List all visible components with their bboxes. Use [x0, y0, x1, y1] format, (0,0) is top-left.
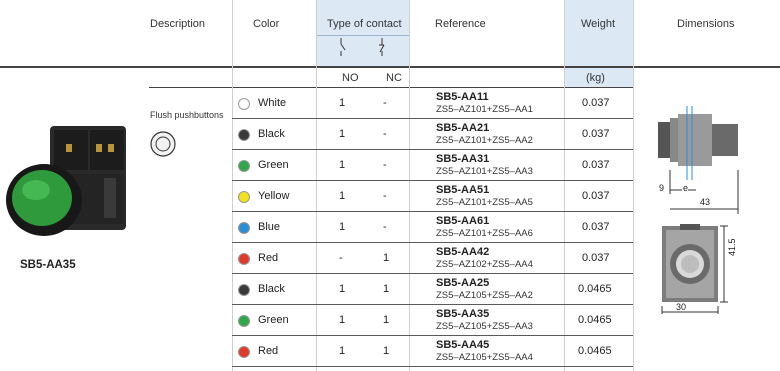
weight-value: 0.0465	[578, 313, 612, 326]
no-value: 1	[339, 220, 346, 233]
reference-sub: ZS5–AZ105+ZS5–AA3	[436, 321, 533, 332]
color-header: Color	[253, 18, 280, 30]
color-swatch-icon	[238, 128, 250, 141]
color-swatch-icon	[238, 283, 250, 296]
dim-41-5-label: 41.5	[727, 238, 737, 256]
nc-value: 1	[383, 251, 390, 264]
weight-value: 0.037	[582, 158, 610, 171]
weight-value: 0.037	[582, 189, 610, 202]
color-label: Red	[258, 251, 279, 264]
table-row: Red - 1 SB5-AA42 ZS5–AZ102+ZS5–AA4 0.037	[0, 243, 633, 274]
reference-sub: ZS5–AZ105+ZS5–AA2	[436, 290, 533, 301]
header-rule	[0, 66, 780, 68]
header-band-weight	[564, 0, 633, 67]
color-swatch-icon	[238, 97, 250, 110]
reference-sub: ZS5–AZ101+ZS5–AA3	[436, 166, 533, 177]
weight-value: 0.037	[582, 127, 610, 140]
nc-header: NC	[386, 72, 402, 84]
color-label: Green	[258, 313, 289, 326]
color-label: Yellow	[258, 189, 290, 202]
nc-value: -	[383, 96, 387, 109]
reference-code: SB5-AA11	[436, 91, 489, 103]
contact-sep	[316, 35, 409, 36]
kg-header: (kg)	[586, 72, 605, 84]
col-rule	[633, 0, 634, 371]
nc-value: -	[383, 127, 387, 140]
reference-code: SB5-AA21	[436, 122, 490, 134]
reference-sub: ZS5–AZ101+ZS5–AA2	[436, 135, 533, 146]
table-row: Black 1 - SB5-AA21 ZS5–AZ101+ZS5–AA2 0.037	[0, 119, 633, 150]
table-row: Black 1 1 SB5-AA25 ZS5–AZ105+ZS5–AA2 0.0465	[0, 274, 633, 305]
color-label: Red	[258, 344, 279, 357]
reference-code: SB5-AA35	[436, 308, 490, 320]
nc-value: -	[383, 220, 387, 233]
no-value: 1	[339, 158, 346, 171]
weight-value: 0.037	[582, 96, 610, 109]
reference-header: Reference	[435, 18, 486, 30]
table-row: Red 1 1 SB5-AA45 ZS5–AZ105+ZS5–AA4 0.0465	[0, 336, 633, 367]
description-header: Description	[150, 18, 206, 30]
nc-value: 1	[383, 344, 390, 357]
weight-header: Weight	[581, 18, 616, 30]
reference-sub: ZS5–AZ101+ZS5–AA6	[436, 228, 533, 239]
dim-30-label: 30	[676, 302, 687, 312]
reference-sub: ZS5–AZ102+ZS5–AA4	[436, 259, 533, 270]
nc-value: 1	[383, 313, 390, 326]
reference-code: SB5-AA61	[436, 215, 490, 227]
no-value: 1	[339, 344, 346, 357]
color-label: Blue	[258, 220, 281, 233]
reference-code: SB5-AA45	[436, 339, 490, 351]
color-swatch-icon	[238, 190, 250, 203]
table-row: Green 1 - SB5-AA31 ZS5–AZ101+ZS5–AA3 0.037	[0, 150, 633, 181]
no-value: -	[339, 251, 343, 264]
color-swatch-icon	[238, 252, 250, 265]
nc-value: -	[383, 158, 387, 171]
weight-value: 0.037	[582, 220, 610, 233]
weight-value: 0.0465	[578, 344, 612, 357]
reference-code: SB5-AA51	[436, 184, 490, 196]
no-value: 1	[339, 127, 346, 140]
type-of-contact-header: Type of contact	[327, 18, 402, 30]
no-value: 1	[339, 282, 346, 295]
color-label: Black	[258, 127, 285, 140]
no-value: 1	[339, 96, 346, 109]
color-label: Black	[258, 282, 285, 295]
color-label: Green	[258, 158, 289, 171]
color-swatch-icon	[238, 221, 250, 234]
weight-value: 0.0465	[578, 282, 612, 295]
row-separator	[232, 366, 633, 367]
reference-code: SB5-AA31	[436, 153, 490, 165]
reference-code: SB5-AA42	[436, 246, 490, 258]
dimension-drawing	[658, 106, 739, 314]
dim-43-label: 43	[700, 197, 711, 207]
nc-value: -	[383, 189, 387, 202]
color-swatch-icon	[238, 159, 250, 172]
reference-sub: ZS5–AZ105+ZS5–AA4	[436, 352, 533, 363]
dim-e-label: e	[683, 183, 689, 193]
table-row: Green 1 1 SB5-AA35 ZS5–AZ105+ZS5–AA3 0.0465	[0, 305, 633, 336]
dimensions-header: Dimensions	[677, 18, 735, 30]
no-value: 1	[339, 313, 346, 326]
reference-sub: ZS5–AZ101+ZS5–AA1	[436, 104, 533, 115]
reference-sub: ZS5–AZ101+ZS5–AA5	[436, 197, 533, 208]
no-value: 1	[339, 189, 346, 202]
table-row: Yellow 1 - SB5-AA51 ZS5–AZ101+ZS5–AA5 0.037	[0, 181, 633, 212]
weight-value: 0.037	[582, 251, 610, 264]
contact-symbols-icon	[340, 38, 385, 56]
table-row: White 1 - SB5-AA11 ZS5–AZ101+ZS5–AA1 0.037	[0, 88, 633, 119]
nc-value: 1	[383, 282, 390, 295]
no-header: NO	[342, 72, 359, 84]
reference-code: SB5-AA25	[436, 277, 490, 289]
color-swatch-icon	[238, 345, 250, 358]
dim-9-label: 9	[659, 183, 665, 193]
table-row: Blue 1 - SB5-AA61 ZS5–AZ101+ZS5–AA6 0.037	[0, 212, 633, 243]
color-label: White	[258, 96, 287, 109]
color-swatch-icon	[238, 314, 250, 327]
